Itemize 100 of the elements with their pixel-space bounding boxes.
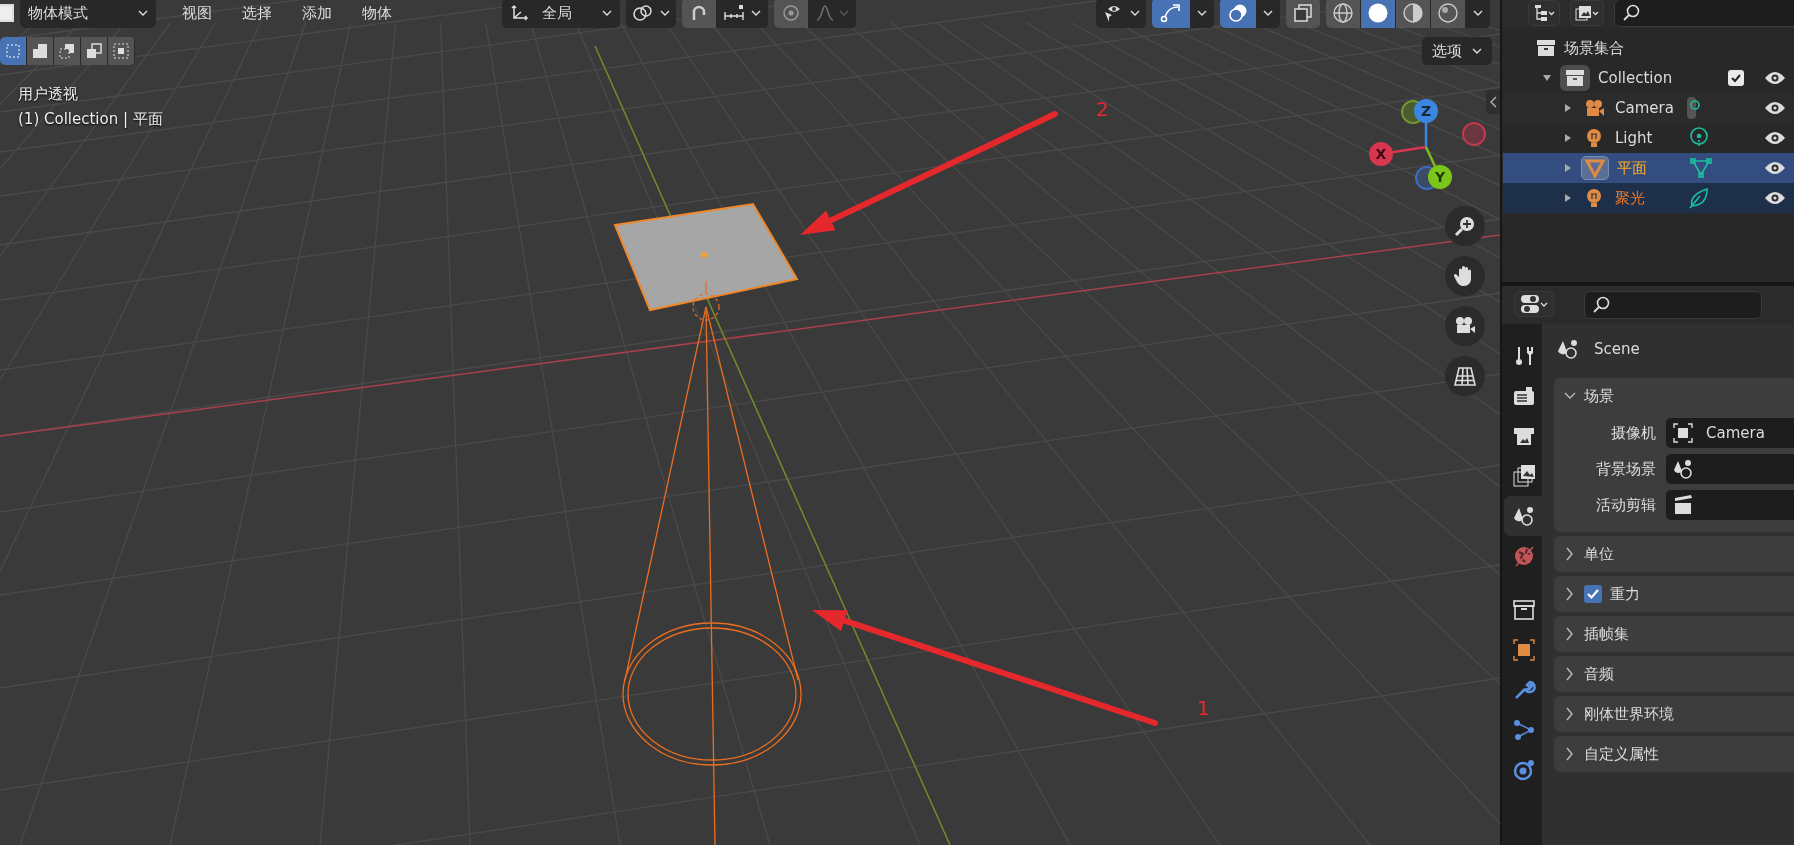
pivot-dropdown[interactable] [626, 0, 676, 28]
object-info: (1) Collection | 平面 [18, 110, 163, 129]
sphere-icon [1437, 2, 1459, 24]
gizmo-toggle[interactable] [1152, 0, 1190, 28]
physics-icon [1512, 758, 1536, 782]
scene-icon [1512, 504, 1536, 528]
shading-mode-button[interactable] [1326, 0, 1360, 28]
editor-type-dropdown[interactable] [1514, 291, 1554, 317]
collection-label[interactable]: Collection [1598, 69, 1673, 87]
select-mode-button[interactable] [0, 37, 26, 65]
collection-icon [1512, 598, 1536, 622]
panel-title[interactable]: 自定义属性 [1584, 744, 1659, 764]
axis-circle[interactable] [1369, 142, 1393, 166]
orientation-dropdown[interactable]: 全局 [502, 0, 620, 28]
chevron-icon [138, 10, 148, 16]
mesh-data-icon[interactable] [1689, 157, 1713, 179]
chevron-icon [751, 10, 761, 16]
projection-button[interactable] [1445, 356, 1485, 396]
field-label: 活动剪辑 [1595, 495, 1656, 515]
menu-item[interactable]: 添加 [290, 0, 344, 28]
curve-icon [815, 4, 835, 22]
shading-mode-button[interactable] [1361, 0, 1395, 28]
object-label[interactable]: Camera [1615, 99, 1679, 117]
visibility-dropdown[interactable] [1096, 0, 1146, 28]
scene-icon [1672, 458, 1694, 480]
search-icon [1593, 296, 1611, 314]
select-mode-button[interactable] [27, 37, 53, 65]
select-mode-icon [112, 42, 130, 60]
menu-item[interactable]: 物体 [350, 0, 404, 28]
eye-icon[interactable] [1764, 191, 1786, 205]
spot-light-drawing[interactable] [622, 280, 802, 845]
select-mode-button[interactable] [54, 37, 80, 65]
search-field[interactable] [1584, 291, 1762, 319]
panel-title[interactable]: 单位 [1584, 544, 1614, 564]
panel-title[interactable]: 音频 [1584, 664, 1614, 684]
field-label: 背景场景 [1595, 459, 1656, 479]
select-mode-icon [58, 42, 76, 60]
pan-button[interactable] [1445, 256, 1485, 296]
field-input[interactable] [1666, 454, 1794, 484]
callout-label: 1 [1197, 696, 1210, 720]
search-icon [1623, 4, 1641, 22]
light-data-icon[interactable] [1687, 127, 1711, 149]
panel-title[interactable]: 重力 [1610, 584, 1640, 604]
zoom-button[interactable] [1445, 206, 1485, 246]
select-mode-button[interactable] [81, 37, 107, 65]
checkbox[interactable] [1584, 585, 1602, 603]
display-mode-dropdown[interactable] [1528, 0, 1560, 26]
mode-icon [0, 4, 14, 22]
object-label[interactable]: 聚光 [1615, 188, 1679, 208]
gizmo-icon [1159, 3, 1183, 23]
sphere-icon [1332, 2, 1354, 24]
snap-toggle[interactable] [682, 0, 716, 28]
toggles-icon [1519, 293, 1549, 315]
plane-object[interactable] [613, 202, 799, 312]
scene-tab[interactable] [1504, 496, 1544, 536]
expand-triangle-icon[interactable] [1542, 73, 1552, 83]
eye-icon[interactable] [1764, 71, 1786, 85]
select-mode-icon [31, 42, 49, 60]
expand-triangle-icon[interactable] [1563, 133, 1573, 143]
3d-viewport[interactable]: 2 1 Z X Y 物体模式 视图 选择 添加 物体 全局 选项 用户透视 (1) Collection | 平面 [0, 0, 1500, 845]
object-icon [1672, 422, 1694, 444]
render-icon [1512, 384, 1536, 408]
select-mode-button[interactable] [108, 37, 134, 65]
outliner-row[interactable]: 聚光 [1503, 183, 1794, 213]
field-input[interactable]: Camera [1666, 418, 1794, 448]
camera-view-button[interactable] [1445, 306, 1485, 346]
menu-item[interactable]: 视图 [170, 0, 224, 28]
panel-title[interactable]: 刚体世界环境 [1584, 704, 1674, 724]
shading-mode-button[interactable] [1431, 0, 1465, 28]
panel-title[interactable]: 插帧集 [1584, 624, 1629, 644]
eye-icon[interactable] [1764, 101, 1786, 115]
scene-collection-label[interactable]: 场景集合 [1564, 38, 1624, 58]
search-field[interactable] [1614, 0, 1794, 27]
leaf-icon[interactable] [1687, 187, 1711, 209]
sphere-icon [1367, 2, 1389, 24]
options-dropdown[interactable]: 选项 [1422, 37, 1492, 65]
axis-circle[interactable] [1414, 99, 1438, 123]
filter-dropdown[interactable] [1570, 0, 1604, 26]
overlays-toggle[interactable] [1220, 0, 1256, 28]
panel-title[interactable]: 场景 [1584, 386, 1614, 406]
expand-triangle-icon[interactable] [1563, 193, 1573, 203]
proportional-editing-toggle[interactable] [774, 0, 808, 28]
field-input[interactable] [1666, 490, 1794, 520]
expand-triangle-icon[interactable] [1563, 103, 1573, 113]
select-mode-icon [4, 42, 22, 60]
expand-triangle-icon[interactable] [1563, 163, 1573, 173]
xray-toggle[interactable] [1286, 0, 1320, 28]
chevron-icon [602, 10, 612, 16]
menu-item[interactable]: 选择 [230, 0, 284, 28]
shading-mode-button[interactable] [1396, 0, 1430, 28]
triangle-icon [1581, 156, 1609, 180]
sidebar-toggle[interactable] [1486, 90, 1500, 114]
eye-icon[interactable] [1764, 161, 1786, 175]
axis-circle[interactable] [1428, 165, 1452, 189]
eye-icon[interactable] [1764, 131, 1786, 145]
outliner-row[interactable]: 平面 [1503, 153, 1794, 183]
object-label[interactable]: 平面 [1617, 158, 1681, 178]
object-label[interactable]: Light [1615, 129, 1679, 147]
mode-dropdown[interactable]: 物体模式 [20, 0, 156, 28]
exclude-checkbox[interactable] [1728, 70, 1744, 86]
